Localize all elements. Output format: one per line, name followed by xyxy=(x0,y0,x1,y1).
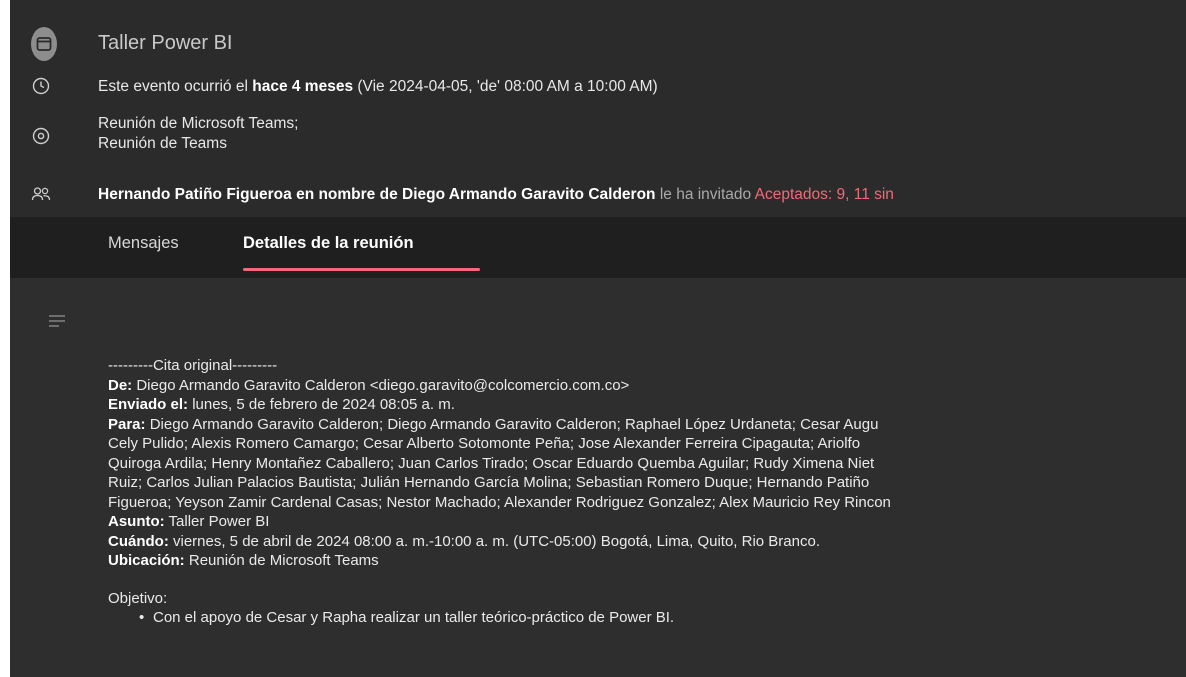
clock-icon xyxy=(28,77,54,95)
title-row: Taller Power BI xyxy=(10,24,1186,64)
location-line-2: Reunión de Teams xyxy=(98,135,227,152)
location-value: Reunión de Microsoft Teams xyxy=(184,552,379,569)
sent-label: Enviado el: xyxy=(108,396,189,413)
window-edge xyxy=(0,0,10,677)
event-title: Taller Power BI xyxy=(98,32,233,54)
to-line-2: Cely Pulido; Alexis Romero Camargo; Cesa… xyxy=(108,435,861,452)
when-line: Cuándo: viernes, 5 de abril de 2024 08:0… xyxy=(108,532,1186,552)
calendar-icon xyxy=(31,27,57,61)
sent-line: Enviado el: lunes, 5 de febrero de 2024 … xyxy=(108,395,1186,415)
invite-action: le ha invitado xyxy=(655,186,755,203)
attendee-status[interactable]: Aceptados: 9, 11 sin xyxy=(755,186,894,203)
people-icon xyxy=(28,186,54,202)
from-value: Diego Armando Garavito Calderon <diego.g… xyxy=(132,376,630,394)
time-prefix: Este evento ocurrió el xyxy=(98,78,253,95)
objective-label: Objetivo: xyxy=(108,589,168,607)
location-icon xyxy=(28,127,54,145)
from-label: De: xyxy=(108,376,133,394)
subject-label: Asunto: xyxy=(108,513,165,530)
time-relative: hace 4 meses xyxy=(252,78,354,95)
event-invite: Hernando Patiño Figueroa en nombre de Di… xyxy=(98,186,894,204)
event-header: Taller Power BI Este evento ocurrió el h… xyxy=(10,0,1186,217)
from-line: De: Diego Armando Garavito Calderon <die… xyxy=(108,376,1186,396)
meeting-details-pane: ---------Cita original--------- De: Dieg… xyxy=(10,278,1186,677)
original-invite-text: ---------Cita original--------- De: Dieg… xyxy=(108,356,1186,628)
sent-value: lunes, 5 de febrero de 2024 08:05 a. m. xyxy=(188,396,455,413)
to-line-4: Ruiz; Carlos Julian Palacios Bautista; J… xyxy=(108,474,870,491)
location-line-1: Reunión de Microsoft Teams; xyxy=(98,115,299,132)
event-location[interactable]: Reunión de Microsoft Teams; Reunión de T… xyxy=(98,114,298,154)
location-line: Ubicación: Reunión de Microsoft Teams xyxy=(108,551,1186,571)
active-tab-indicator xyxy=(243,268,480,271)
tab-detalles-reunion[interactable]: Detalles de la reunión xyxy=(243,234,414,253)
time-row: Este evento ocurrió el hace 4 meses (Vie… xyxy=(10,74,1186,100)
to-line-1: Para: Diego Armando Garavito Calderon; D… xyxy=(108,415,1186,435)
location-row: Reunión de Microsoft Teams; Reunión de T… xyxy=(10,110,1186,160)
objective-bullet: Con el apoyo de Cesar y Rapha realizar u… xyxy=(108,608,1186,628)
location-label: Ubicación: xyxy=(108,552,185,569)
subject-value: Taller Power BI xyxy=(164,513,270,530)
original-separator: ---------Cita original--------- xyxy=(108,357,278,374)
to-label: Para: xyxy=(108,415,146,433)
to-line-3: Quiroga Ardila; Henry Montañez Caballero… xyxy=(108,454,875,472)
invite-organizer: Hernando Patiño Figueroa en nombre de Di… xyxy=(98,186,656,203)
to-value-1: Diego Armando Garavito Calderon; Diego A… xyxy=(145,415,879,433)
when-value: viernes, 5 de abril de 2024 08:00 a. m.-… xyxy=(168,532,820,550)
event-time: Este evento ocurrió el hace 4 meses (Vie… xyxy=(98,78,658,96)
tab-bar: Mensajes Detalles de la reunión xyxy=(10,217,1186,278)
to-line-5: Figueroa; Yeyson Zamir Cardenal Casas; N… xyxy=(108,493,891,511)
description-lines-icon xyxy=(49,314,65,332)
event-avatar xyxy=(31,27,57,61)
time-detail: (Vie 2024-04-05, 'de' 08:00 AM a 10:00 A… xyxy=(353,78,658,95)
subject-line: Asunto: Taller Power BI xyxy=(108,512,1186,532)
tab-mensajes[interactable]: Mensajes xyxy=(108,234,179,253)
when-label: Cuándo: xyxy=(108,532,169,550)
invite-row: Hernando Patiño Figueroa en nombre de Di… xyxy=(10,182,1186,208)
